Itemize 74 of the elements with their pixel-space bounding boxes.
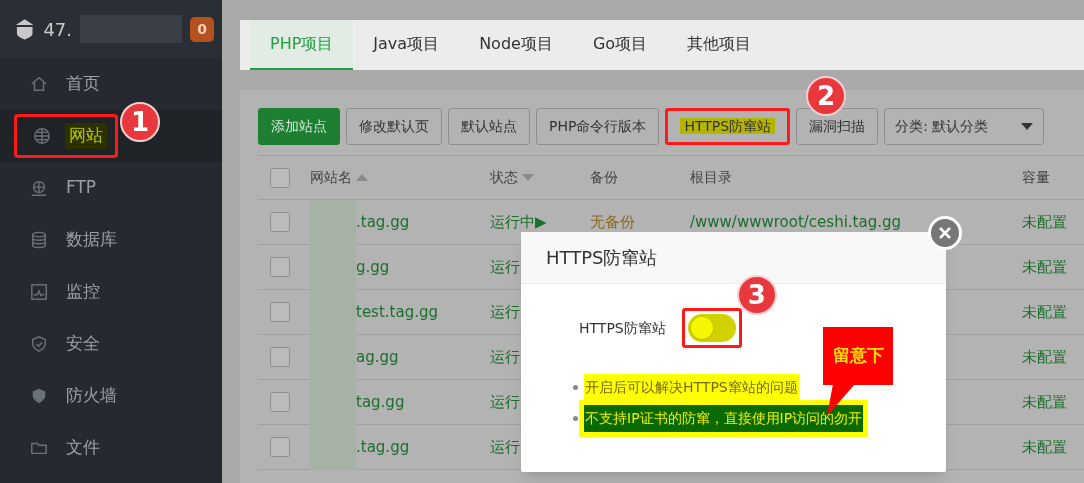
shield-icon: [30, 387, 48, 405]
checkbox[interactable]: [270, 257, 290, 277]
site-name-link[interactable]: .tag.gg: [356, 435, 410, 459]
column-header[interactable]: 网站名: [310, 167, 352, 188]
step-marker: 3: [736, 275, 777, 315]
checkbox[interactable]: [270, 347, 290, 367]
caret-icon: [1021, 123, 1034, 130]
capacity-text[interactable]: 未配置: [1022, 258, 1067, 276]
globe-icon: [33, 127, 51, 145]
bullet-icon: [573, 416, 578, 421]
toolbar-button[interactable]: 修改默认页: [346, 108, 442, 145]
toolbar-button[interactable]: 漏洞扫描: [796, 108, 879, 145]
sidebar-item[interactable]: 文件: [14, 426, 118, 470]
step-marker: 2: [806, 76, 846, 116]
site-name-link[interactable]: tag.gg: [356, 390, 405, 414]
shield-check-icon: [30, 335, 48, 353]
status-text[interactable]: 运行中▶: [490, 213, 547, 231]
project-tab[interactable]: Java项目: [353, 20, 460, 70]
project-tab[interactable]: PHP项目: [250, 20, 354, 70]
status-text[interactable]: 运行: [490, 438, 520, 456]
tower-logo-icon: [14, 17, 36, 41]
dialog-title: HTTPS防窜站: [546, 246, 658, 270]
column-header[interactable]: 状态: [490, 167, 518, 188]
sidebar-item[interactable]: 监控: [14, 270, 118, 314]
close-icon: [938, 226, 952, 240]
capacity-text[interactable]: 未配置: [1022, 213, 1067, 231]
network-globe-icon: [30, 179, 48, 197]
root-path-link[interactable]: /www/wwwroot/ceshi.tag.gg: [690, 213, 901, 231]
site-name-link[interactable]: test.tag.gg: [356, 300, 438, 324]
checkbox[interactable]: [270, 212, 290, 232]
status-text[interactable]: 运行: [490, 348, 520, 366]
checkbox[interactable]: [270, 302, 290, 322]
sidebar-item[interactable]: FTP: [14, 166, 118, 210]
backup-status[interactable]: 无备份: [590, 213, 635, 231]
toolbar-button[interactable]: 默认站点: [448, 108, 530, 145]
site-name-link[interactable]: ag.gg: [356, 345, 399, 369]
capacity-text[interactable]: 未配置: [1022, 393, 1067, 411]
toggle-knob: [690, 317, 713, 339]
site-name-link[interactable]: g.gg: [356, 255, 390, 279]
project-tab[interactable]: 其他项目: [667, 20, 772, 70]
project-tab[interactable]: Go项目: [572, 20, 668, 70]
toolbar-button[interactable]: HTTPS防窜站: [665, 108, 791, 145]
setting-label: HTTPS防窜站: [579, 318, 666, 338]
toolbar-button[interactable]: PHP命令行版本: [536, 108, 660, 145]
bullet-icon: [573, 385, 578, 390]
database-icon: [30, 231, 48, 249]
checkbox[interactable]: [270, 167, 290, 188]
note-text: 开启后可以解决HTTPS窜站的问题: [584, 374, 799, 401]
status-text[interactable]: 运行: [490, 258, 520, 276]
project-tab[interactable]: Node项目: [459, 20, 573, 70]
step-marker: 1: [120, 102, 160, 142]
sidebar-item[interactable]: 防火墙: [14, 374, 118, 418]
sidebar-item[interactable]: 安全: [14, 322, 118, 366]
status-text[interactable]: 运行: [490, 393, 520, 411]
column-header[interactable]: 根目录: [690, 167, 732, 188]
sidebar-item[interactable]: 首页: [14, 62, 118, 106]
toggle-switch[interactable]: [687, 314, 736, 342]
host-address: 47.: [43, 17, 73, 42]
column-header[interactable]: 备份: [590, 167, 618, 188]
chart-frame-icon: [30, 283, 48, 301]
checkbox[interactable]: [270, 437, 290, 457]
alert-count-badge: 0: [190, 16, 214, 42]
capacity-text[interactable]: 未配置: [1022, 438, 1067, 456]
checkbox[interactable]: [270, 392, 290, 412]
sidebar-item[interactable]: 网站: [14, 114, 118, 158]
toolbar-button[interactable]: 添加站点: [258, 108, 340, 145]
site-name-link[interactable]: .tag.gg: [356, 210, 410, 234]
sidebar-item[interactable]: 数据库: [14, 218, 118, 262]
status-text[interactable]: 运行: [490, 303, 520, 321]
capacity-text[interactable]: 未配置: [1022, 303, 1067, 321]
capacity-text[interactable]: 未配置: [1022, 348, 1067, 366]
column-header[interactable]: 容量: [1022, 167, 1050, 188]
home-icon: [30, 75, 48, 93]
category-dropdown[interactable]: 分类: 默认分类: [884, 108, 1045, 145]
